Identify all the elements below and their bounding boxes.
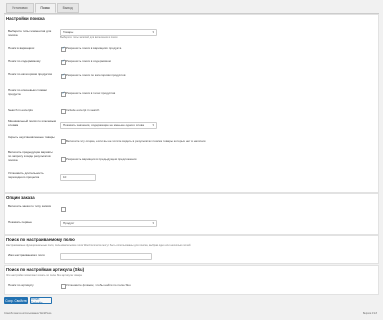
reset-defaults-button[interactable]: Reset Defaults — [30, 297, 52, 305]
sku-label: Поиск по артикулу — [8, 283, 34, 287]
search-settings-panel — [4, 14, 379, 193]
row-label: Поиск по категориям продуктов — [8, 72, 52, 76]
row-label: Выберите типы элементов для поиска — [8, 29, 52, 37]
hide-out-of-stock-text: Включите эту опцию, если вы не хотите ви… — [66, 138, 206, 143]
sku-desc: Эти настройки позволяют искать по полю S… — [6, 274, 82, 277]
order-by-type-checkbox[interactable] — [61, 206, 66, 212]
categories-text: Разрешить поиск по категориям продуктов — [66, 73, 126, 77]
sku-title: Поиск по настройкам артикула (Sku) — [6, 267, 85, 272]
save-button[interactable]: Сохр. Свойств — [4, 297, 28, 304]
order-options-panel — [4, 193, 379, 235]
custom-field-label: Имя настраиваемого поля — [8, 253, 45, 257]
row-label: Показать первые — [8, 220, 32, 224]
row-label: Поиск по содержимому — [8, 59, 41, 63]
transition-duration-input[interactable]: 10 — [60, 174, 96, 181]
sku-text: Установите флажок, чтобы найти по полю S… — [66, 283, 131, 287]
excerpt-text: Include excerpt in search — [66, 108, 100, 112]
footer-text: Спасибо вам за использование WordPress. — [4, 312, 53, 315]
post-types-select[interactable]: Товары ▾ — [60, 29, 157, 36]
row-label: Поиск по ключевым словам продукта — [8, 88, 47, 96]
row-label: Search in excerpts — [8, 108, 33, 112]
custom-field-title: Поиск по настраиваемому полю — [6, 237, 75, 242]
version-text: Версия 4.9.8 — [362, 312, 377, 315]
row-label: Скрыть неустановленные товары — [8, 135, 55, 139]
row-label: Минимальный поиск по ключевым словам — [8, 119, 56, 127]
row-label: Поиск в вариациях — [8, 46, 35, 50]
custom-field-input[interactable] — [60, 253, 152, 260]
custom-field-desc: Настраиваемые функциональные поля, польз… — [6, 244, 191, 247]
suggest-variations-text: Разрешить вариации в предыдущем предложе… — [66, 156, 137, 161]
variations-text: Разрешить поиск в вариациях продукта — [66, 46, 122, 50]
content-text: Разрешить поиск в содержимом — [66, 59, 111, 63]
row-label: Установить длительность переходного проц… — [8, 171, 44, 179]
row-label: Включить предыдущие вариаты по запросу в… — [8, 150, 53, 162]
tags-text: Разрешить поиск в тегах продуктов — [66, 91, 116, 95]
show-first-select[interactable]: Продукт ▾ — [60, 220, 157, 227]
min-keyword-select[interactable]: Показать значения, содержащие не меньше … — [60, 122, 157, 129]
row-label: Включить заказ по типу записи — [8, 204, 52, 208]
search-settings-title: Настройки поиска — [6, 16, 45, 21]
post-types-desc: Выберите типы записей для включения в по… — [60, 36, 118, 39]
order-options-title: Опции заказа — [6, 195, 35, 200]
